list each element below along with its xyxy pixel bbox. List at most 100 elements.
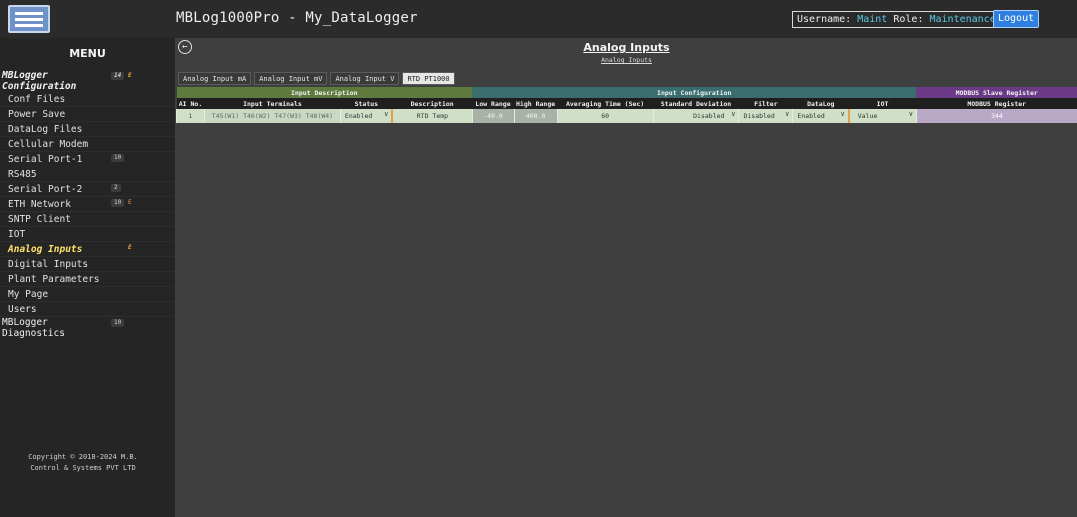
copyright-line1: Copyright © 2018-2024 M.B. — [28, 453, 138, 461]
sidebar: MENU MBLogger Configuration 14 E Conf Fi… — [0, 38, 175, 517]
std-deviation-select[interactable]: Disabled ∨ — [652, 109, 739, 123]
column-header-filter: Filter — [738, 98, 793, 109]
group-label-line2: Diagnostics — [2, 328, 65, 339]
sidebar-item-serial-port-1[interactable]: Serial Port-1 RS485 10 — [0, 152, 175, 182]
sidebar-item-eth-network[interactable]: ETH Network 10 E — [0, 197, 175, 212]
tab-rtd-pt1000[interactable]: RTD PT1000 — [402, 72, 455, 85]
column-header-ai-no: AI No. — [176, 98, 205, 109]
column-header-high-range: High Range — [514, 98, 558, 109]
ai-number: 1 — [176, 109, 205, 123]
chevron-down-icon: ∨ — [731, 110, 736, 118]
sidebar-item-analog-inputs[interactable]: Analog Inputs E — [0, 242, 175, 257]
page-subtitle[interactable]: Analog Inputs — [176, 56, 1077, 64]
sidebar-item-plant-parameters[interactable]: Plant Parameters — [0, 272, 175, 287]
group-header-input-configuration: Input Configuration — [472, 87, 917, 98]
page-title: Analog Inputs — [583, 41, 670, 54]
tab-bar: Analog Input mA Analog Input mV Analog I… — [178, 72, 455, 85]
app-title: MBLog1000Pro - My_DataLogger — [176, 10, 418, 26]
sidebar-item-label: IOT — [8, 229, 26, 240]
sidebar-item-iot[interactable]: IOT — [0, 227, 175, 242]
column-header-iot: IOT — [848, 98, 917, 109]
group-header-modbus-slave: MODBUS Slave Register — [916, 87, 1077, 98]
tab-analog-input-ma[interactable]: Analog Input mA — [178, 72, 252, 85]
sidebar-item-digital-inputs[interactable]: Digital Inputs — [0, 257, 175, 272]
std-deviation-value: Disabled — [693, 112, 725, 120]
sidebar-item-label: My Page — [8, 289, 49, 300]
table-row: 1 T45(W1) T46(W2) T47(W3) T48(W4) Enable… — [176, 109, 1077, 123]
mb-logo — [8, 5, 50, 33]
sidebar-item-label: Conf Files — [8, 94, 66, 105]
group-header-input-description: Input Description — [176, 87, 473, 98]
sidebar-item-cellular-modem[interactable]: Cellular Modem — [0, 137, 175, 152]
sidebar-item-label: DataLog Files — [8, 124, 83, 135]
username-value: Maint — [857, 14, 888, 25]
column-header-datalog: DataLog — [792, 98, 849, 109]
role-value: Maintenance — [929, 14, 996, 25]
error-flag: E — [128, 244, 132, 251]
count-badge: 14 — [111, 72, 125, 80]
group-label-line1: MBLogger — [2, 317, 48, 328]
iot-value: Value — [857, 112, 878, 120]
tab-analog-input-mv[interactable]: Analog Input mV — [254, 72, 328, 85]
iot-select[interactable]: Value ∨ — [848, 109, 917, 123]
sidebar-item-power-save[interactable]: Power Save — [0, 107, 175, 122]
sidebar-item-label: Serial Port-2 — [8, 184, 83, 195]
copyright: Copyright © 2018-2024 M.B. Control & Sys… — [8, 452, 158, 474]
averaging-time-input[interactable]: 60 — [556, 109, 654, 123]
logout-button[interactable]: Logout — [993, 10, 1040, 28]
sidebar-item-serial-port-2[interactable]: Serial Port-2 2 — [0, 182, 175, 197]
main-content: ← Analog Inputs Analog Inputs Analog Inp… — [176, 38, 1077, 517]
sidebar-item-label: Plant Parameters — [8, 274, 100, 285]
modbus-register-value: 344 — [915, 109, 1077, 123]
filter-value: Disabled — [743, 112, 775, 120]
column-header-status: Status — [340, 98, 393, 109]
sidebar-group-configuration[interactable]: MBLogger Configuration 14 E — [0, 70, 175, 92]
sidebar-item-users[interactable]: Users — [0, 302, 175, 317]
username-label: Username: — [797, 14, 852, 25]
role-label: Role: — [893, 14, 924, 25]
high-range-input[interactable]: 400.0 — [513, 109, 558, 123]
sidebar-item-label: Serial Port-1 — [8, 154, 83, 165]
low-range-input[interactable]: -40.0 — [471, 109, 515, 123]
filter-select[interactable]: Disabled ∨ — [738, 109, 793, 123]
sidebar-item-label: Cellular Modem — [8, 139, 89, 150]
column-header-std-deviation: Standard Deviation — [653, 98, 739, 109]
sidebar-item-conf-files[interactable]: Conf Files — [0, 92, 175, 107]
sidebar-item-datalog-files[interactable]: DataLog Files — [0, 122, 175, 137]
sidebar-group-diagnostics[interactable]: MBLogger Diagnostics 10 — [0, 317, 175, 339]
input-terminals: T45(W1) T46(W2) T47(W3) T48(W4) — [203, 109, 341, 123]
copyright-line2: Control & Systems PVT LTD — [30, 464, 136, 472]
status-value: Enabled — [344, 112, 373, 120]
analog-inputs-table: Input Description Input Configuration MO… — [176, 87, 1077, 123]
group-label-line2: Configuration — [2, 81, 77, 92]
user-info: Username: Maint Role: Maintenance — [792, 11, 1001, 28]
chevron-down-icon: ∨ — [840, 110, 845, 118]
sidebar-item-label: Users — [8, 304, 37, 315]
error-flag: E — [128, 72, 132, 79]
chevron-down-icon: ∨ — [908, 110, 913, 118]
chevron-down-icon: ∨ — [384, 110, 389, 118]
status-select[interactable]: Enabled ∨ — [339, 109, 394, 123]
tab-analog-input-v[interactable]: Analog Input V — [330, 72, 400, 85]
sidebar-item-label: Analog Inputs — [8, 244, 83, 255]
group-label-line1: MBLogger — [2, 70, 48, 81]
description-input[interactable]: RTD Temp — [391, 109, 473, 123]
count-badge: 10 — [111, 154, 125, 162]
sidebar-item-label: Digital Inputs — [8, 259, 89, 270]
sidebar-item-label: Power Save — [8, 109, 66, 120]
column-header-description: Description — [392, 98, 473, 109]
sidebar-item-label: SNTP Client — [8, 214, 71, 225]
count-badge: 10 — [111, 199, 125, 207]
datalog-select[interactable]: Enabled ∨ — [792, 109, 850, 123]
menu-title: MENU — [69, 47, 106, 60]
sidebar-item-my-page[interactable]: My Page — [0, 287, 175, 302]
top-bar: MBLog1000Pro - My_DataLogger Username: M… — [0, 0, 1077, 38]
datalog-value: Enabled — [797, 112, 825, 120]
count-badge: 2 — [111, 184, 121, 192]
column-header-averaging-time: Averaging Time (Sec) — [557, 98, 654, 109]
sidebar-item-sntp-client[interactable]: SNTP Client — [0, 212, 175, 227]
chevron-down-icon: ∨ — [785, 110, 790, 118]
count-badge: 10 — [111, 319, 125, 327]
sidebar-item-label: ETH Network — [8, 199, 71, 210]
error-flag: E — [128, 199, 132, 206]
